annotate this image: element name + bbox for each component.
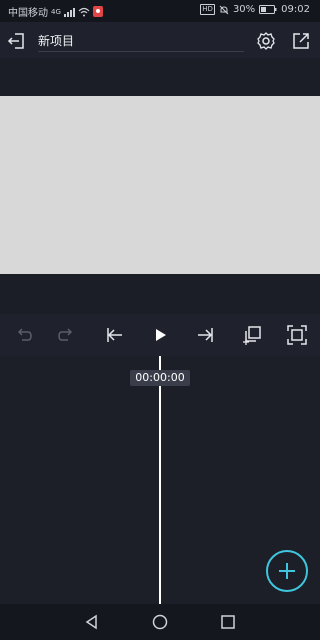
header-toolbar: 新项目 — [0, 22, 320, 58]
fullscreen-icon[interactable] — [285, 323, 309, 347]
carrier-label: 中国移动 — [8, 8, 48, 19]
wifi-icon — [78, 7, 90, 16]
preview-spacer — [0, 274, 320, 314]
undo-icon[interactable] — [12, 324, 34, 346]
playhead[interactable] — [159, 356, 161, 604]
project-title[interactable]: 新项目 — [38, 32, 74, 49]
mute-bell-icon — [219, 5, 229, 14]
location-icon — [92, 6, 103, 17]
video-preview[interactable] — [0, 96, 320, 274]
playback-controls — [0, 314, 320, 356]
status-bar: 中国移动 4G HD 30% 09:02 — [0, 0, 320, 22]
play-icon[interactable] — [149, 324, 171, 346]
clock: 09:02 — [281, 4, 310, 15]
signal-icon — [63, 7, 75, 17]
skip-to-start-icon[interactable] — [103, 324, 125, 346]
gear-icon[interactable] — [255, 30, 277, 52]
timecode-label: 00:00:00 — [130, 370, 190, 386]
add-layer-icon[interactable] — [240, 323, 264, 347]
recents-square-icon[interactable] — [218, 612, 238, 632]
home-circle-icon[interactable] — [150, 612, 170, 632]
add-media-button[interactable] — [266, 550, 308, 592]
network-label: 4G — [51, 7, 61, 16]
exit-icon[interactable] — [6, 30, 28, 52]
skip-to-end-icon[interactable] — [195, 324, 217, 346]
battery-icon — [259, 5, 277, 14]
header-spacer — [0, 58, 320, 96]
redo-icon[interactable] — [56, 324, 78, 346]
back-triangle-icon[interactable] — [82, 612, 102, 632]
plus-icon — [279, 563, 295, 579]
title-underline — [38, 51, 244, 52]
hd-badge: HD — [200, 4, 215, 15]
battery-percent: 30% — [232, 4, 256, 15]
share-icon[interactable] — [290, 30, 312, 52]
system-nav-bar — [0, 604, 320, 640]
